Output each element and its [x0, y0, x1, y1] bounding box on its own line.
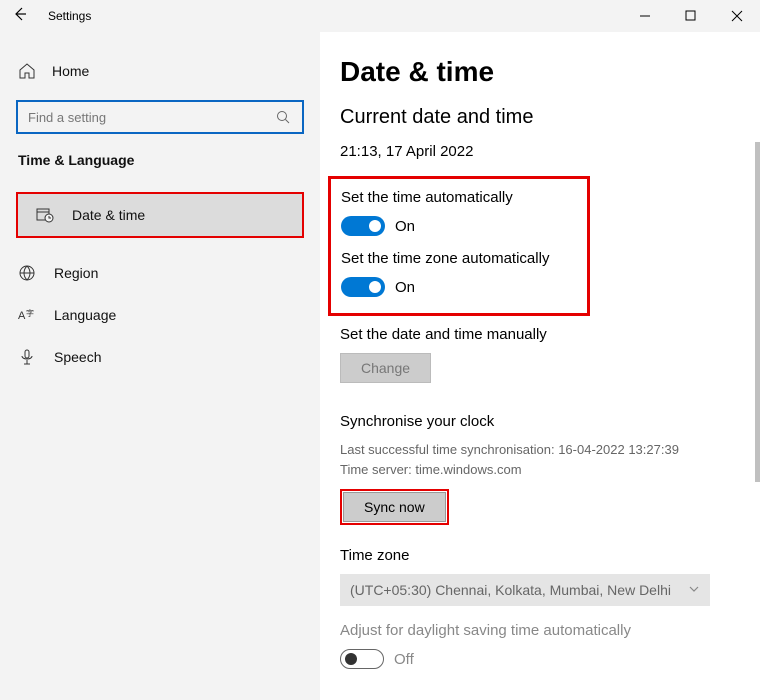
change-button: Change — [340, 353, 431, 383]
auto-tz-toggle[interactable] — [341, 277, 385, 297]
auto-time-label: Set the time automatically — [341, 189, 575, 206]
dst-label: Adjust for daylight saving time automati… — [340, 622, 760, 639]
chevron-down-icon — [688, 582, 700, 598]
dst-toggle — [340, 649, 384, 669]
auto-time-toggle[interactable] — [341, 216, 385, 236]
page-title: Date & time — [340, 56, 760, 88]
back-arrow-icon — [12, 6, 28, 22]
sidebar: Home Time & Language Date & time Region — [0, 32, 320, 700]
close-icon — [731, 10, 743, 22]
home-icon — [18, 62, 36, 80]
sync-last: Last successful time synchronisation: 16… — [340, 440, 760, 460]
nav-item-date-time[interactable]: Date & time — [16, 192, 304, 238]
nav-item-label: Language — [54, 307, 116, 323]
highlight-box-sync: Sync now — [340, 489, 449, 525]
nav-item-label: Speech — [54, 349, 101, 365]
minimize-button[interactable] — [622, 0, 668, 32]
maximize-icon — [685, 10, 697, 22]
nav-home-label: Home — [52, 63, 89, 79]
sync-now-button[interactable]: Sync now — [343, 492, 446, 522]
search-icon — [274, 108, 292, 126]
timezone-select: (UTC+05:30) Chennai, Kolkata, Mumbai, Ne… — [340, 574, 710, 606]
dst-state: Off — [394, 651, 414, 668]
calendar-clock-icon — [36, 206, 54, 224]
auto-time-state: On — [395, 218, 415, 235]
search-field[interactable] — [28, 110, 274, 125]
nav-item-label: Date & time — [72, 207, 145, 223]
globe-icon — [18, 264, 36, 282]
nav-home[interactable]: Home — [0, 52, 320, 90]
window-title: Settings — [48, 9, 91, 23]
titlebar: Settings — [0, 0, 760, 32]
nav-item-speech[interactable]: Speech — [0, 336, 320, 378]
auto-tz-label: Set the time zone automatically — [341, 250, 575, 267]
language-icon: A字 — [18, 306, 36, 324]
microphone-icon — [18, 348, 36, 366]
nav-item-region[interactable]: Region — [0, 252, 320, 294]
nav-item-language[interactable]: A字 Language — [0, 294, 320, 336]
svg-text:A: A — [18, 310, 26, 322]
sync-server: Time server: time.windows.com — [340, 460, 760, 480]
minimize-icon — [639, 10, 651, 22]
current-datetime: 21:13, 17 April 2022 — [340, 143, 760, 160]
highlight-box-auto: Set the time automatically On Set the ti… — [328, 176, 590, 316]
search-input[interactable] — [16, 100, 304, 134]
scrollbar[interactable] — [755, 142, 760, 482]
content-area: Date & time Current date and time 21:13,… — [320, 32, 760, 700]
auto-tz-state: On — [395, 279, 415, 296]
back-button[interactable] — [0, 6, 40, 27]
timezone-value: (UTC+05:30) Chennai, Kolkata, Mumbai, Ne… — [350, 582, 671, 598]
manual-label: Set the date and time manually — [340, 326, 760, 343]
nav-section-header: Time & Language — [0, 152, 320, 178]
tz-header: Time zone — [340, 547, 760, 564]
svg-text:字: 字 — [26, 308, 34, 318]
nav-item-label: Region — [54, 265, 98, 281]
page-subtitle: Current date and time — [340, 106, 760, 129]
close-button[interactable] — [714, 0, 760, 32]
maximize-button[interactable] — [668, 0, 714, 32]
sync-header: Synchronise your clock — [340, 413, 760, 430]
